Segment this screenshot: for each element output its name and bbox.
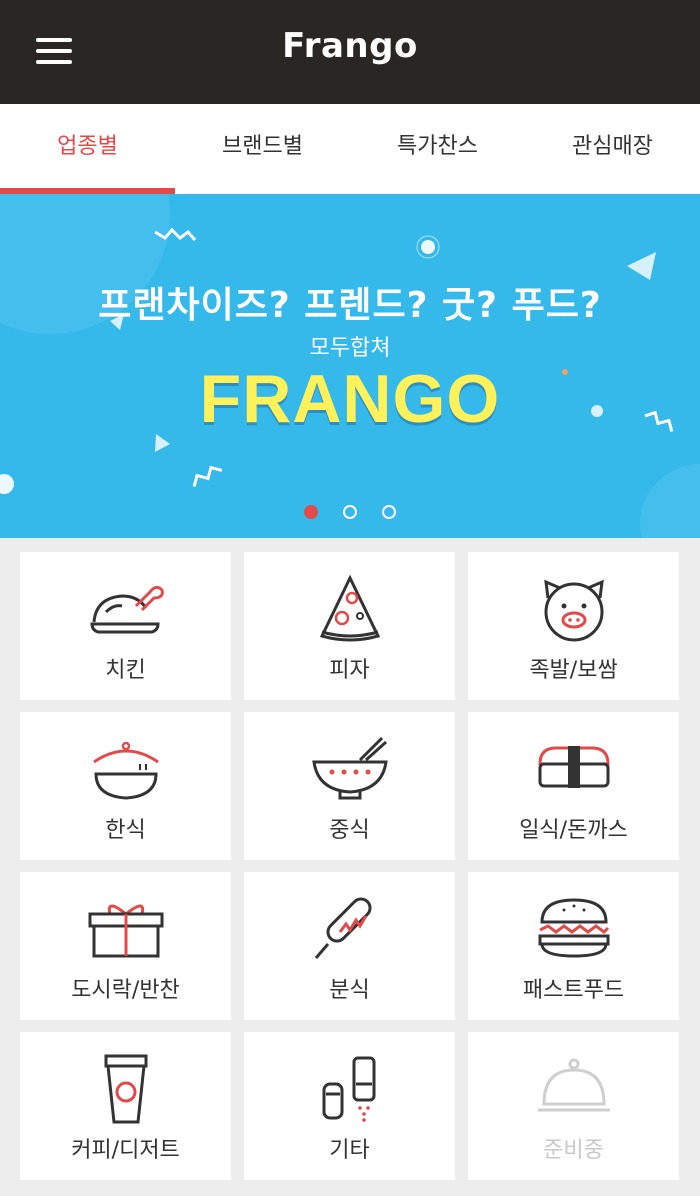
carousel-dot-2[interactable] [343, 505, 357, 519]
carousel-dot-3[interactable] [382, 505, 397, 519]
coffee-cup-icon [104, 1054, 147, 1124]
category-label: 커피/디저트 [71, 1138, 180, 1163]
pig-icon [543, 579, 604, 642]
category-label: 한식 [105, 818, 146, 843]
category-grid: 치킨 피자 족발/보쌈 한식 중식 일식/돈까스 도시락/반찬 분식 패스트푸드… [20, 552, 680, 1180]
carousel-dot-1[interactable] [303, 505, 318, 519]
category-label: 일식/돈까스 [519, 818, 628, 843]
category-pizza[interactable]: 피자 [244, 552, 455, 700]
category-label: 준비중 [543, 1138, 604, 1163]
banner-brand-text: FRANGO [199, 361, 501, 437]
category-japanese[interactable]: 일식/돈까스 [468, 712, 679, 860]
banner-subline: 모두합쳐 [309, 336, 391, 361]
banner-headline: 프랜차이즈? 프렌드? 굿? 푸드? [98, 285, 602, 326]
category-fastfood[interactable]: 패스트푸드 [468, 872, 679, 1020]
category-label: 피자 [329, 658, 370, 683]
burger-icon [538, 898, 609, 958]
tab-by-brand[interactable]: 브랜드별 [175, 104, 350, 194]
category-korean[interactable]: 한식 [20, 712, 231, 860]
app-logo: Frango [282, 26, 418, 66]
tab-by-industry[interactable]: 업종별 [0, 104, 175, 194]
category-label: 기타 [329, 1138, 370, 1163]
category-chicken[interactable]: 치킨 [20, 552, 231, 700]
category-etc[interactable]: 기타 [244, 1032, 455, 1180]
category-tabs: 업종별 브랜드별 특가찬스 관심매장 [0, 104, 700, 194]
category-snack[interactable]: 분식 [244, 872, 455, 1020]
tab-special-deals[interactable]: 특가찬스 [350, 104, 525, 194]
category-label: 패스트푸드 [522, 978, 625, 1003]
pot-icon [92, 741, 159, 800]
promo-banner[interactable]: 프랜차이즈? 프렌드? 굿? 푸드? 모두합쳐 FRANGO [0, 194, 700, 538]
corndog-icon [314, 897, 372, 959]
category-label: 족발/보쌈 [529, 658, 618, 683]
category-pork[interactable]: 족발/보쌈 [468, 552, 679, 700]
lunchbox-icon [88, 904, 163, 958]
cloche-icon [537, 1058, 610, 1112]
category-label: 중식 [329, 818, 370, 843]
category-coming-soon: 준비중 [468, 1032, 679, 1180]
pizza-icon [319, 574, 380, 642]
category-label: 도시락/반찬 [71, 978, 180, 1003]
app-header: Frango [0, 0, 700, 104]
sushi-icon [537, 746, 610, 788]
category-label: 분식 [329, 978, 370, 1003]
carousel-dots [0, 504, 700, 523]
category-chinese[interactable]: 중식 [244, 712, 455, 860]
category-label: 치킨 [105, 658, 146, 683]
category-coffee[interactable]: 커피/디저트 [20, 1032, 231, 1180]
chicken-icon [89, 585, 164, 634]
category-lunchbox[interactable]: 도시락/반찬 [20, 872, 231, 1020]
condiments-icon [322, 1056, 375, 1122]
noodle-bowl-icon [311, 736, 388, 800]
tab-favorite-stores[interactable]: 관심매장 [525, 104, 700, 194]
